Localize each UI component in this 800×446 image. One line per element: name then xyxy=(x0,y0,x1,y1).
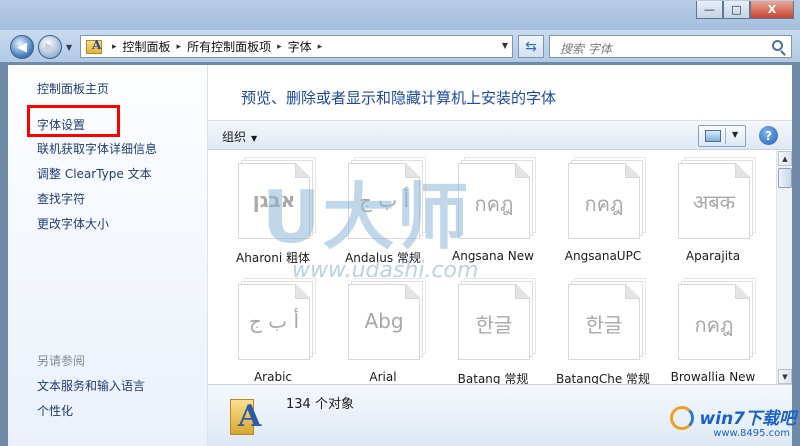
personalization-link[interactable]: 个性化 xyxy=(37,402,73,419)
font-tile[interactable]: أ ب ج Arabic xyxy=(218,272,328,384)
logo-url: www.8495.com xyxy=(713,428,790,439)
back-button[interactable]: ◀ xyxy=(10,35,34,59)
font-file-icon: أ ب ج xyxy=(238,284,310,360)
chevron-down-icon: ▼ xyxy=(251,134,258,143)
search-box[interactable]: 搜索 字体 xyxy=(549,35,792,58)
control-panel-home-link[interactable]: 控制面板主页 xyxy=(37,80,109,97)
organize-label: 组织 xyxy=(222,130,247,144)
find-character-link[interactable]: 查找字符 xyxy=(37,190,85,207)
search-icon[interactable] xyxy=(772,40,783,51)
fonts-folder-icon xyxy=(86,38,102,54)
font-sample: Abg xyxy=(364,309,404,333)
font-name: Aparajita xyxy=(685,249,741,263)
window-controls: — □ X xyxy=(696,1,794,19)
page-title: 预览、删除或者显示和隐藏计算机上安装的字体 xyxy=(241,89,557,107)
font-tile[interactable]: 한글 BatangChe 常规 xyxy=(548,272,658,384)
change-view-button[interactable]: ▼ xyxy=(698,125,746,147)
refresh-icon: ⇆ xyxy=(525,38,537,55)
scroll-thumb[interactable] xyxy=(778,168,792,188)
arrow-right-icon: ▶ xyxy=(45,39,55,55)
font-letter-icon: A xyxy=(238,399,262,434)
item-count: 134 个对象 xyxy=(286,397,354,412)
font-sample: กคฎ xyxy=(584,192,624,216)
highlight-annotation xyxy=(27,105,120,137)
text-services-link[interactable]: 文本服务和输入语言 xyxy=(37,377,145,394)
font-name: Arabic xyxy=(253,370,293,384)
title-bar: — □ X xyxy=(0,0,800,30)
recent-pages-dropdown[interactable]: ▼ xyxy=(66,43,72,52)
font-file-icon: अबक xyxy=(678,163,750,239)
font-sample: กคฎ xyxy=(694,313,734,337)
watermark-text: U大师 xyxy=(262,175,471,259)
font-tile[interactable]: 한글 Batang 常规 xyxy=(438,272,548,384)
forward-button[interactable]: ▶ xyxy=(38,35,62,59)
left-task-pane: 控制面板主页 字体设置 联机获取字体详细信息 调整 ClearType 文本 查… xyxy=(8,65,208,446)
font-sample: 한글 xyxy=(475,313,513,337)
navigation-bar: ◀ ▶ ▼ ▸ 控制面板 ▸ 所有控制面板项 ▸ 字体 ▸ ▼ ⇆ 搜索 字体 xyxy=(0,30,800,62)
refresh-button[interactable]: ⇆ xyxy=(518,35,544,58)
chevron-right-icon[interactable]: ▸ xyxy=(112,42,117,52)
font-name: Browallia New xyxy=(670,370,756,384)
font-sample: अबक xyxy=(692,190,736,214)
font-file-icon: กคฎ xyxy=(568,163,640,239)
command-toolbar: 组织 ▼ ▼ ? xyxy=(208,120,792,150)
breadcrumb-all-items[interactable]: 所有控制面板项 xyxy=(187,38,271,55)
font-sample: أ ب ج xyxy=(248,309,299,333)
scroll-up-button[interactable]: ▲ xyxy=(778,151,792,166)
font-name: Arial xyxy=(369,370,397,384)
chevron-right-icon[interactable]: ▸ xyxy=(277,42,282,52)
font-name: Batang 常规 xyxy=(457,372,529,384)
organize-menu-button[interactable]: 组织 ▼ xyxy=(222,128,257,145)
address-dropdown[interactable]: ▼ xyxy=(502,41,508,50)
font-file-icon: กคฎ xyxy=(678,284,750,360)
see-also-heading: 另请参阅 xyxy=(37,354,86,368)
chevron-down-icon[interactable]: ▼ xyxy=(732,130,738,139)
logo-swirl-icon xyxy=(670,406,694,430)
divider xyxy=(725,128,726,144)
font-tile[interactable]: กคฎ Browallia New xyxy=(658,272,768,384)
cleartype-link[interactable]: 调整 ClearType 文本 xyxy=(37,165,152,182)
view-icon xyxy=(705,130,721,142)
fonts-folder-icon: A xyxy=(230,393,262,437)
font-file-icon: Abg xyxy=(348,284,420,360)
change-font-size-link[interactable]: 更改字体大小 xyxy=(37,215,109,232)
chevron-right-icon[interactable]: ▸ xyxy=(318,42,323,52)
breadcrumb-fonts[interactable]: 字体 xyxy=(288,38,312,55)
font-sample: 한글 xyxy=(585,313,623,337)
font-file-icon: 한글 xyxy=(458,284,530,360)
arrow-left-icon: ◀ xyxy=(17,39,27,55)
breadcrumb-control-panel[interactable]: 控制面板 xyxy=(123,38,171,55)
chevron-right-icon[interactable]: ▸ xyxy=(177,42,182,52)
font-tile[interactable]: Abg Arial xyxy=(328,272,438,384)
font-name: BatangChe 常规 xyxy=(555,372,651,384)
watermark: U大师 www.udashi.com xyxy=(262,158,572,288)
font-tile[interactable]: अबक Aparajita xyxy=(658,151,768,269)
close-button[interactable]: X xyxy=(750,1,794,19)
logo-name: win7下载吧 xyxy=(699,409,796,429)
scroll-down-button[interactable]: ▼ xyxy=(778,369,792,384)
maximize-button[interactable]: □ xyxy=(723,1,750,19)
vertical-scrollbar[interactable]: ▲ ▼ xyxy=(776,151,792,384)
font-file-icon: 한글 xyxy=(568,284,640,360)
watermark-url: www.udashi.com xyxy=(292,258,479,283)
online-font-info-link[interactable]: 联机获取字体详细信息 xyxy=(37,140,157,157)
search-input[interactable]: 搜索 字体 xyxy=(560,40,612,57)
site-logo: win7下载吧 www.8495.com xyxy=(668,400,800,446)
minimize-button[interactable]: — xyxy=(696,1,723,19)
address-bar[interactable]: ▸ 控制面板 ▸ 所有控制面板项 ▸ 字体 ▸ ▼ xyxy=(80,35,513,58)
help-button[interactable]: ? xyxy=(759,126,778,145)
